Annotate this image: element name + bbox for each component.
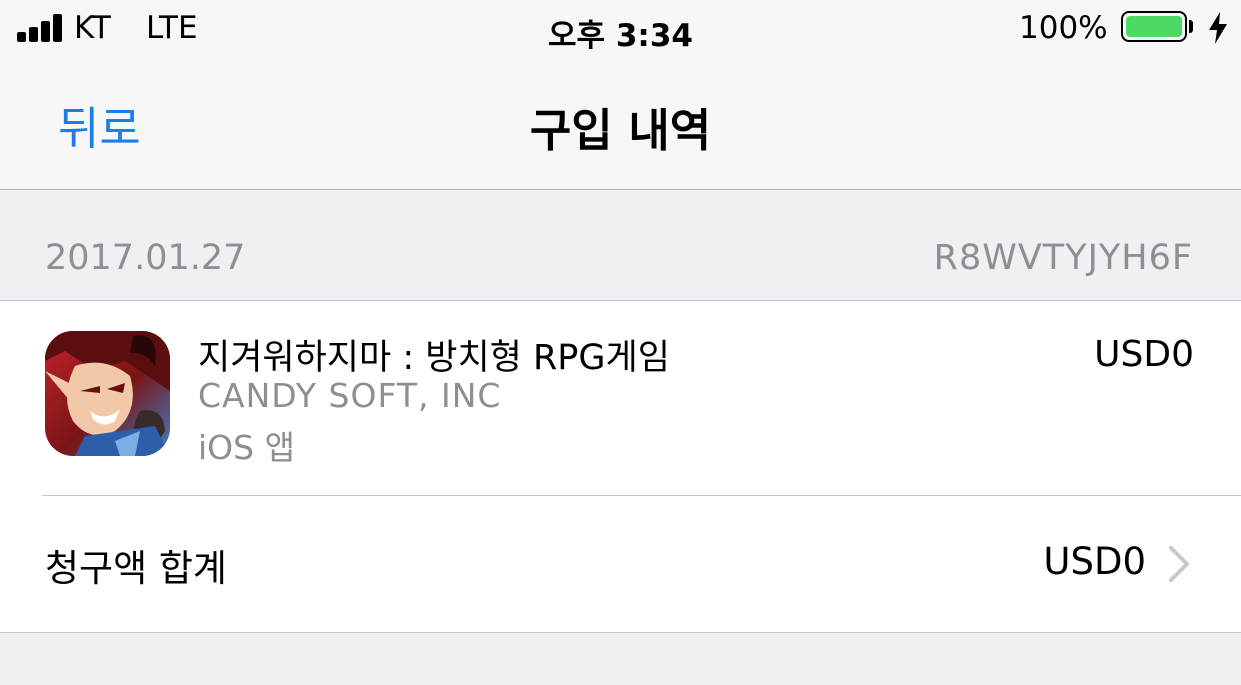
battery-percent: 100%: [1019, 10, 1108, 46]
bolt-icon: [1209, 12, 1227, 44]
page-title: 구입 내역: [529, 104, 712, 157]
total-label: 청구액 합계: [45, 547, 227, 590]
game-app-icon: [45, 331, 170, 456]
status-bar: KT LTE 오후 3:34 100%: [0, 0, 1241, 56]
order-id: R8WVTYJYH6F: [933, 238, 1193, 278]
billing-total-row[interactable]: 청구액 합계 USD0: [0, 496, 1241, 632]
purchase-date: 2017.01.27: [45, 238, 246, 278]
app-type: iOS 앱: [198, 428, 295, 467]
chevron-right-icon: [1169, 546, 1189, 582]
battery-cap: [1189, 20, 1193, 33]
purchase-details: 지겨워하지마 : 방치형 RPG게임 CANDY SOFT, INC iOS 앱…: [0, 301, 1241, 633]
developer-name: CANDY SOFT, INC: [198, 376, 502, 415]
navigation-bar: KT LTE 오후 3:34 100% 뒤로 구입 내역: [0, 0, 1241, 190]
total-value: USD0: [1043, 540, 1146, 583]
battery-fill: [1126, 16, 1182, 37]
battery-icon: [1121, 11, 1187, 42]
purchase-header: 2017.01.27 R8WVTYJYH6F: [0, 190, 1241, 301]
character-illustration-icon: [45, 331, 170, 456]
app-name[interactable]: 지겨워하지마 : 방치형 RPG게임: [198, 329, 670, 380]
item-price: USD0: [1094, 334, 1194, 375]
